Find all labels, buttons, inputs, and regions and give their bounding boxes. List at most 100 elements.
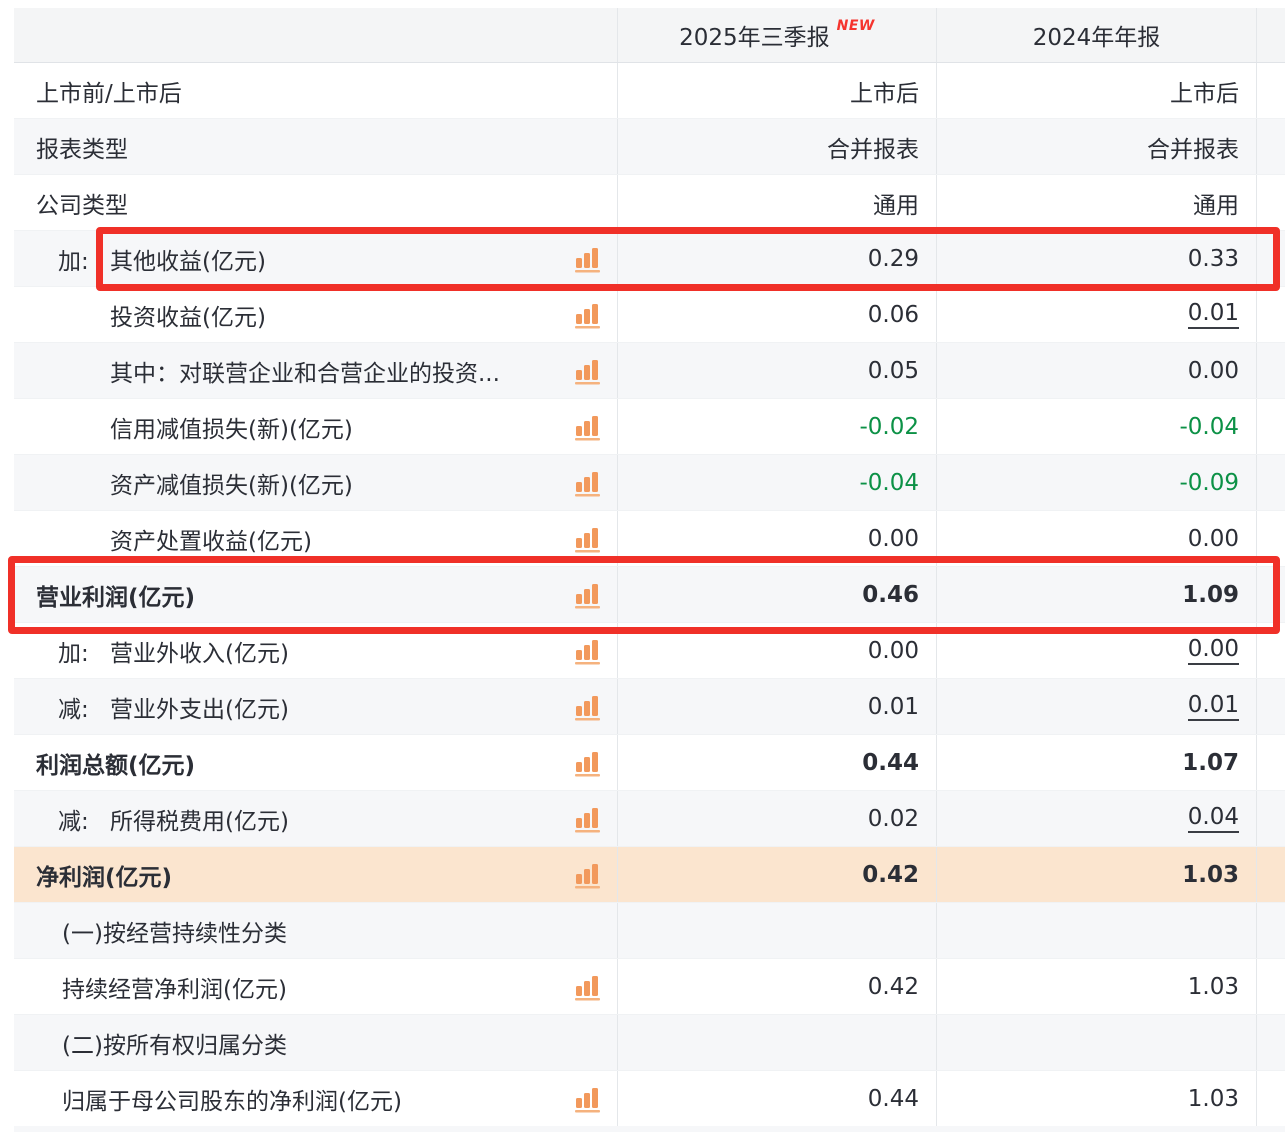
table-row: 资产减值损失(新)(亿元) -0.04 -0.09: [14, 455, 1285, 511]
row-label-cell: 净利润(亿元): [14, 847, 618, 902]
bar-chart-icon[interactable]: [574, 356, 601, 386]
value-2024-annual: 0.00: [1187, 525, 1239, 552]
row-label-cell: 资产处置收益(亿元): [14, 511, 618, 566]
value-cell-2025-q3: -0.04: [618, 455, 937, 510]
value-2025-q3: 0.05: [867, 357, 919, 384]
value-2025-q3: 0.00: [867, 637, 919, 664]
table-row: 归属于母公司股东的净利润(亿元) 0.44 1.03: [14, 1071, 1285, 1127]
value-cell-2024-annual: 0.00: [937, 511, 1257, 566]
row-spill-cell: [1257, 679, 1285, 734]
value-2024-annual: 1.03: [1187, 973, 1239, 1000]
bar-chart-icon[interactable]: [574, 972, 601, 1002]
table-row: (一)按经营持续性分类: [14, 903, 1285, 959]
row-label-cell: 资产减值损失(新)(亿元): [14, 455, 618, 510]
row-prefix: 减:: [58, 808, 89, 835]
value-cell-2024-annual: 1.03: [937, 847, 1257, 902]
row-label-cell: 其中：对联营企业和合营企业的投资...: [14, 343, 618, 398]
bar-chart-icon[interactable]: [574, 636, 601, 666]
row-label-cell: 减: 营业外支出(亿元): [14, 679, 618, 734]
value-2025-q3: 0.00: [867, 525, 919, 552]
value-2025-q3: 0.42: [867, 973, 919, 1000]
value-cell-2024-annual: 合并报表: [937, 119, 1257, 174]
value-2024-annual[interactable]: 0.01: [1187, 692, 1239, 721]
row-spill-cell: [1257, 735, 1285, 790]
bar-chart-icon[interactable]: [574, 860, 601, 890]
value-cell-2025-q3: 合并报表: [618, 119, 937, 174]
row-label: 资产处置收益(亿元): [110, 528, 312, 555]
value-2024-annual[interactable]: 0.01: [1187, 300, 1239, 329]
value-2025-q3: 0.42: [862, 861, 919, 888]
table-row: 资产处置收益(亿元) 0.00 0.00: [14, 511, 1285, 567]
row-label: (一)按经营持续性分类: [62, 920, 287, 947]
value-cell-2025-q3: 上市后: [618, 63, 937, 118]
value-2024-annual: 1.07: [1182, 749, 1239, 776]
bar-chart-icon[interactable]: [574, 804, 601, 834]
row-label: 资产减值损失(新)(亿元): [110, 472, 353, 499]
table-row: 其中：对联营企业和合营企业的投资... 0.05 0.00: [14, 343, 1285, 399]
value-2024-annual: -0.04: [1179, 413, 1239, 440]
value-cell-2025-q3: 0.00: [618, 511, 937, 566]
value-cell-2024-annual: -0.09: [937, 455, 1257, 510]
value-cell-2025-q3: -0.02: [618, 399, 937, 454]
row-spill-cell: [1257, 1015, 1285, 1070]
row-label: 公司类型: [36, 192, 128, 219]
value-2024-annual: -0.09: [1179, 469, 1239, 496]
row-prefix: 加:: [58, 248, 89, 275]
row-label-cell: 归属于母公司股东的净利润(亿元): [14, 1071, 618, 1126]
table-row: 净利润(亿元) 0.42 1.03: [14, 847, 1285, 903]
value-cell-2024-annual: 0.00: [937, 623, 1257, 678]
row-label-cell: 持续经营净利润(亿元): [14, 959, 618, 1014]
value-2025-q3: 0.02: [867, 805, 919, 832]
value-2025-q3: 通用: [873, 192, 919, 219]
value-cell-2024-annual: [937, 903, 1257, 958]
bar-chart-icon[interactable]: [574, 580, 601, 610]
table-row: 上市前/上市后 上市后 上市后: [14, 63, 1285, 119]
value-cell-2025-q3: 0.44: [618, 735, 937, 790]
header-spill-cell: [1257, 8, 1285, 62]
value-2024-annual[interactable]: 0.00: [1187, 636, 1239, 665]
header-empty-cell: [14, 8, 618, 62]
row-spill-cell: [1257, 287, 1285, 342]
value-cell-2025-q3: 0.05: [618, 343, 937, 398]
value-cell-2025-q3: 0.29: [618, 231, 937, 286]
table-row: 持续经营净利润(亿元) 0.42 1.03: [14, 959, 1285, 1015]
value-2024-annual: 通用: [1193, 192, 1239, 219]
value-cell-2024-annual: -0.04: [937, 399, 1257, 454]
table-row: 营业利润(亿元) 0.46 1.09: [14, 567, 1285, 623]
bar-chart-icon[interactable]: [574, 244, 601, 274]
bar-chart-icon[interactable]: [574, 692, 601, 722]
value-cell-2024-annual: 1.03: [937, 959, 1257, 1014]
value-2024-annual[interactable]: 0.04: [1187, 804, 1239, 833]
bar-chart-icon[interactable]: [574, 468, 601, 498]
row-spill-cell: [1257, 511, 1285, 566]
value-2025-q3: 0.44: [867, 1085, 919, 1112]
row-spill-cell: [1257, 455, 1285, 510]
value-cell-2024-annual: 0.04: [937, 791, 1257, 846]
column-header-2024-annual-label: 2024年年报: [1032, 25, 1161, 51]
value-2024-annual: 合并报表: [1147, 136, 1239, 163]
table-row: 减: 所得税费用(亿元) 0.02 0.04: [14, 791, 1285, 847]
table-row: 报表类型 合并报表 合并报表: [14, 119, 1285, 175]
column-header-2024-annual: 2024年年报: [937, 8, 1257, 62]
bar-chart-icon[interactable]: [574, 412, 601, 442]
bar-chart-icon[interactable]: [574, 1084, 601, 1114]
value-2025-q3: -0.02: [859, 413, 919, 440]
row-spill-cell: [1257, 567, 1285, 622]
row-label: (二)按所有权归属分类: [62, 1032, 287, 1059]
row-spill-cell: [1257, 623, 1285, 678]
bar-chart-icon[interactable]: [574, 524, 601, 554]
row-label: 投资收益(亿元): [110, 304, 266, 331]
value-2024-annual: 0.33: [1187, 245, 1239, 272]
value-cell-2025-q3: 0.42: [618, 959, 937, 1014]
value-cell-2024-annual: 0.01: [937, 679, 1257, 734]
row-spill-cell: [1257, 791, 1285, 846]
bar-chart-icon[interactable]: [574, 748, 601, 778]
row-prefix: 减:: [58, 696, 89, 723]
value-2024-annual: 0.00: [1187, 357, 1239, 384]
value-cell-2024-annual: 1.03: [937, 1071, 1257, 1126]
value-2025-q3: 0.29: [867, 245, 919, 272]
row-label-cell: 减: 所得税费用(亿元): [14, 791, 618, 846]
column-header-2025-q3-label: 2025年三季报: [679, 25, 830, 51]
value-cell-2024-annual: 0.33: [937, 231, 1257, 286]
bar-chart-icon[interactable]: [574, 300, 601, 330]
